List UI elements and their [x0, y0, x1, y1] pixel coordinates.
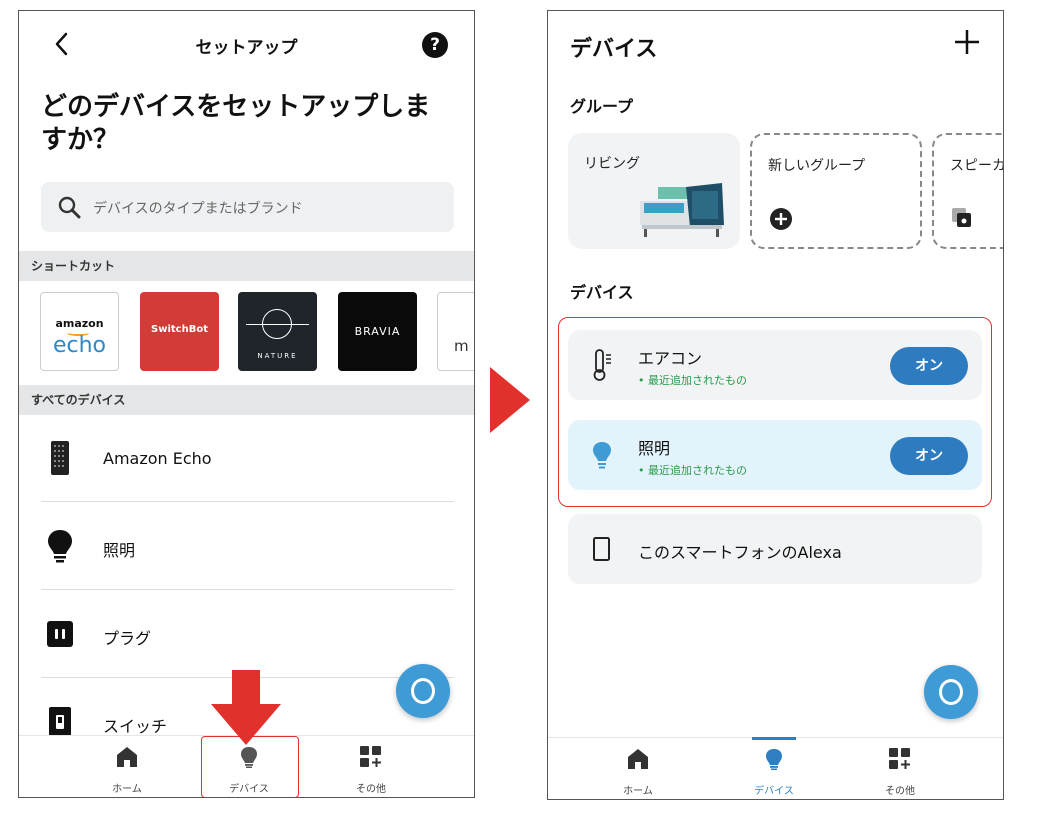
divider — [41, 501, 454, 502]
device-card-phone-alexa[interactable]: このスマートフォンのAlexa — [568, 514, 982, 584]
tab-label: ホーム — [623, 786, 653, 797]
plus-circle-icon — [770, 208, 792, 230]
page-title: セットアップ — [195, 38, 298, 58]
tab-more[interactable]: その他 — [840, 738, 960, 799]
search-placeholder: デバイスのタイプまたはブランド — [93, 201, 303, 217]
groups-section-title: グループ — [570, 97, 634, 116]
brand-bravia[interactable]: BRAVIA — [338, 292, 417, 371]
tab-devices[interactable]: デバイス — [714, 737, 834, 799]
help-icon[interactable]: ? — [422, 32, 448, 58]
grid-plus-icon — [889, 748, 910, 769]
device-row-plug[interactable]: プラグ — [19, 591, 454, 679]
tab-home[interactable]: ホーム — [578, 738, 698, 799]
device-label: 照明 — [103, 541, 136, 560]
smartphone-icon — [593, 537, 610, 561]
group-label: スピーカー — [950, 158, 1003, 174]
device-row-light[interactable]: 照明 — [19, 503, 454, 591]
arrow-down-icon — [211, 670, 281, 745]
switch-icon — [49, 707, 71, 737]
group-card-speaker[interactable]: スピーカー — [932, 133, 1003, 249]
device-label: Amazon Echo — [103, 449, 212, 468]
grid-plus-icon — [360, 746, 381, 767]
alexa-button[interactable] — [924, 665, 978, 719]
nature-logo-text: NATURE — [257, 352, 298, 360]
group-card-living[interactable]: リビング — [568, 133, 740, 249]
bulb-icon — [48, 530, 72, 563]
highlight-devices-tab — [201, 736, 299, 797]
device-name: このスマートフォンのAlexa — [638, 543, 842, 562]
home-icon — [117, 747, 137, 767]
page-title: デバイス — [570, 37, 658, 62]
divider — [41, 589, 454, 590]
home-icon — [628, 749, 648, 769]
arrow-right-icon — [490, 367, 530, 433]
search-input[interactable]: デバイスのタイプまたはブランド — [41, 182, 454, 232]
device-row-amazon-echo[interactable]: Amazon Echo — [19, 415, 454, 503]
setup-question: どのデバイスをセットアップしますか？ — [41, 92, 431, 155]
bravia-logo-text: BRAVIA — [354, 325, 401, 338]
brand-amazon-echo[interactable]: amazon echo — [40, 292, 119, 371]
amazon-logo-text: amazon — [55, 317, 104, 330]
shortcut-section-header: ショートカット — [19, 251, 474, 281]
brand-nature[interactable]: NATURE — [238, 292, 317, 371]
echo-device-icon — [51, 441, 69, 475]
tab-label: その他 — [356, 784, 386, 795]
all-devices-section-header: すべてのデバイス — [19, 385, 474, 415]
brand-switchbot[interactable]: SwitchBot — [140, 292, 219, 371]
group-card-new[interactable]: 新しいグループ — [750, 133, 922, 249]
nature-logo-line — [246, 324, 309, 325]
more-brand-text: m — [454, 337, 469, 355]
bulb-icon — [766, 749, 782, 770]
highlight-new-devices — [558, 317, 992, 507]
echo-logo-text: echo — [52, 333, 107, 358]
speaker-group-icon — [952, 208, 971, 227]
tab-label: ホーム — [112, 784, 142, 795]
device-label: プラグ — [103, 629, 152, 648]
devices-screen: デバイス グループ リビング 新しいグループ スピーカー デバイス エアコン •… — [547, 10, 1004, 800]
group-label: 新しいグループ — [768, 158, 866, 174]
plug-icon — [47, 621, 73, 647]
tab-home[interactable]: ホーム — [67, 736, 187, 797]
add-icon[interactable] — [953, 28, 981, 56]
tab-more[interactable]: その他 — [311, 736, 431, 797]
devices-section-title: デバイス — [570, 283, 634, 302]
device-label: スイッチ — [103, 717, 168, 736]
brand-more[interactable]: m — [437, 292, 474, 371]
switchbot-logo-text: SwitchBot — [151, 324, 208, 335]
active-tab-indicator — [752, 737, 796, 740]
bottom-tab-bar: ホーム デバイス その他 — [548, 737, 1003, 799]
sofa-icon — [640, 183, 724, 237]
tab-label: デバイス — [754, 786, 794, 797]
alexa-button[interactable] — [396, 664, 450, 718]
header: セットアップ ? — [19, 11, 474, 73]
group-label: リビング — [584, 156, 640, 172]
search-icon — [58, 196, 81, 219]
tab-label: その他 — [885, 786, 915, 797]
